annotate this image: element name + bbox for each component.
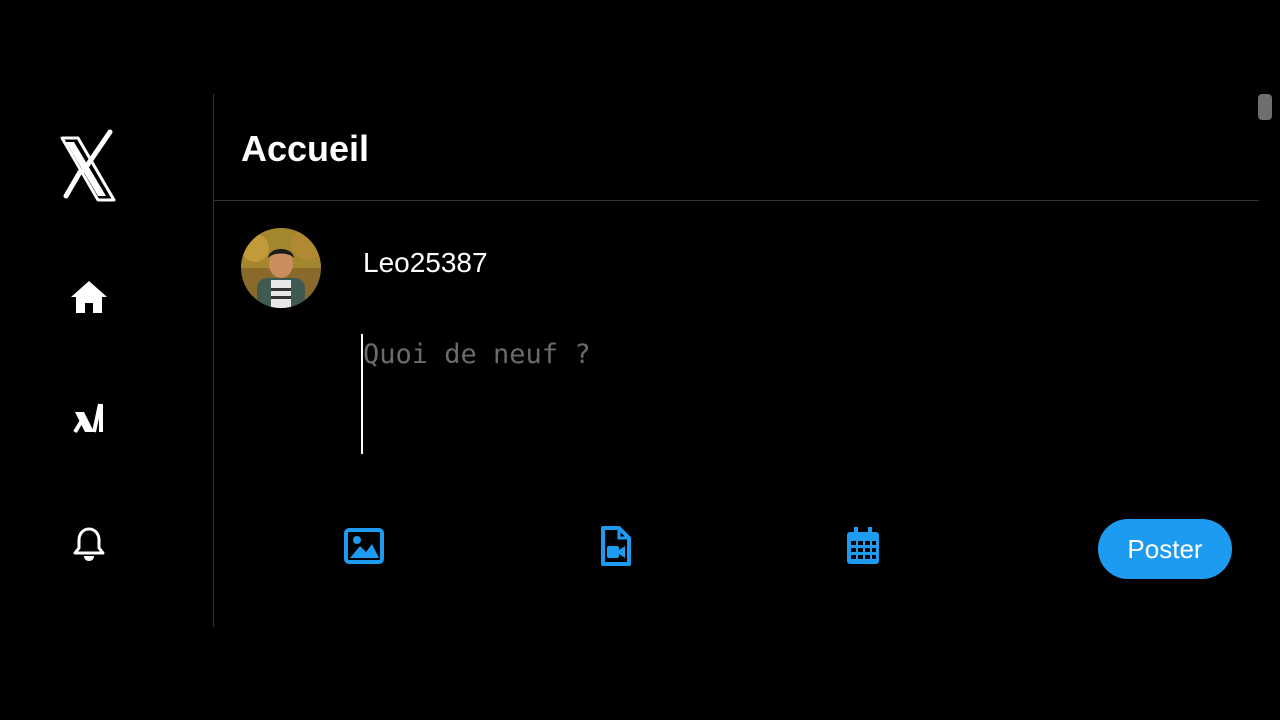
x-ai-icon bbox=[72, 400, 106, 439]
sidebar bbox=[0, 94, 214, 627]
image-icon bbox=[344, 527, 384, 569]
add-image-button[interactable] bbox=[342, 526, 386, 570]
scrollbar-thumb[interactable] bbox=[1258, 94, 1272, 120]
scrollbar-track[interactable] bbox=[1259, 94, 1280, 627]
header-divider bbox=[214, 200, 1259, 201]
sidebar-item-grok[interactable] bbox=[64, 394, 114, 444]
sidebar-item-notifications[interactable] bbox=[64, 521, 114, 571]
schedule-button[interactable] bbox=[841, 526, 885, 570]
main-column: Accueil Leo25387 Quoi de neuf ? Poster bbox=[214, 94, 1259, 627]
avatar[interactable] bbox=[241, 228, 321, 308]
page-title: Accueil bbox=[241, 128, 370, 169]
username: Leo25387 bbox=[363, 247, 488, 278]
sidebar-item-home[interactable] bbox=[64, 274, 114, 324]
add-video-button[interactable] bbox=[593, 525, 637, 571]
video-file-icon bbox=[599, 525, 631, 571]
bell-icon bbox=[72, 526, 106, 567]
app-frame: Accueil Leo25387 Quoi de neuf ? Poster bbox=[0, 94, 1280, 627]
post-button[interactable]: Poster bbox=[1098, 519, 1232, 579]
calendar-icon bbox=[845, 526, 881, 571]
home-icon bbox=[69, 279, 109, 320]
post-composer-input[interactable] bbox=[361, 334, 1223, 454]
x-logo-icon[interactable] bbox=[56, 128, 120, 204]
